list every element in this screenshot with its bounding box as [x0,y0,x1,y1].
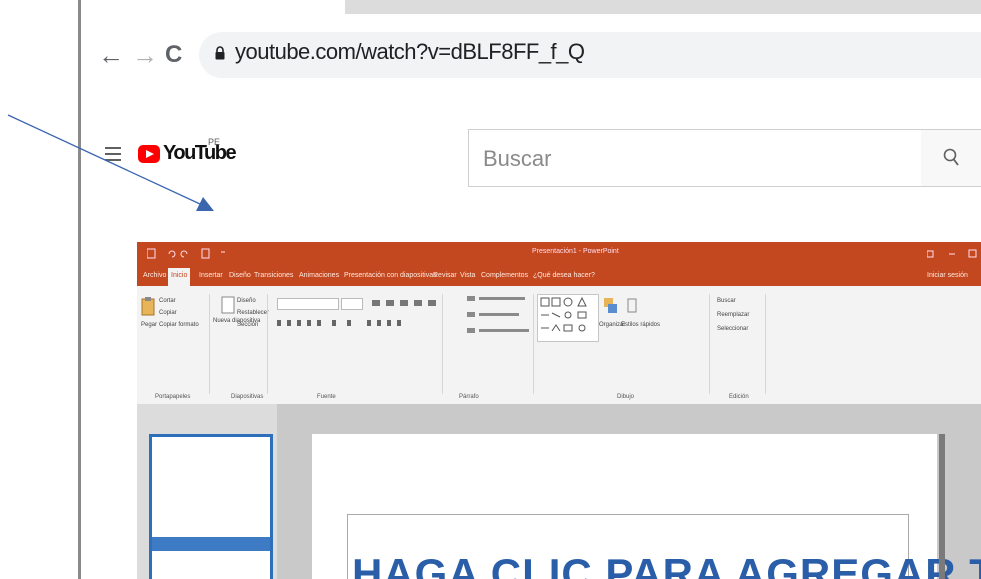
ribbon-divider [442,294,443,394]
section-label[interactable]: Sección [237,322,258,328]
thumbnail-band [152,537,270,551]
slide-thumbnail[interactable] [149,434,273,579]
paste-label: Pegar [141,322,158,328]
slide-title: HAGA CLIC PARA AGREGAR TÍTULO [352,550,981,579]
forward-button[interactable]: → [132,40,158,70]
ppt-window-title: Presentación1 - PowerPoint [532,248,619,255]
reload-button[interactable]: C [165,40,182,70]
shapes-gallery[interactable] [537,294,599,342]
ppt-tab-bar: Archivo Inicio Insertar Diseño Transicio… [137,266,981,286]
search-button[interactable] [921,129,981,187]
ppt-workspace: HAGA CLIC PARA AGREGAR TÍTULO [137,404,981,579]
copy-label[interactable]: Copiar [159,310,177,316]
group-font: Fuente [317,394,336,400]
select-label[interactable]: Seleccionar [717,326,748,332]
ppt-tell-me[interactable]: ¿Qué desea hacer? [533,272,595,279]
group-editing: Edición [729,394,749,400]
group-drawing: Dibujo [617,394,635,400]
ppt-ribbon: Pegar Cortar Copiar Copiar formato Porta… [137,286,981,405]
address-bar[interactable]: youtube.com/watch?v=dBLF8FF_f_Q [199,32,981,78]
shapes-gallery-icons [540,296,587,332]
font-format-icons[interactable] [277,318,437,328]
window-controls-icon[interactable] [927,249,977,259]
replace-label[interactable]: Reemplazar [717,312,749,318]
paste-icon[interactable] [141,296,155,318]
ppt-title-bar: Presentación1 - PowerPoint [137,242,981,266]
search-placeholder: Buscar [483,146,552,171]
ppt-tab-vista[interactable]: Vista [460,272,475,279]
tab-strip [345,0,981,14]
slide-thumbnail-pane [137,404,277,579]
quick-styles-label: Estilos rápidos [621,322,661,328]
country-code: PE [208,137,221,147]
group-paragraph: Párrafo [459,394,479,400]
youtube-wordmark: YouTube [163,142,237,164]
layout-label[interactable]: Diseño [237,298,256,304]
hamburger-menu-icon[interactable] [105,147,121,161]
url-text: youtube.com/watch?v=dBLF8FF_f_Q [235,39,585,64]
font-name-field[interactable] [277,298,339,310]
format-painter-label[interactable]: Copiar formato [159,322,199,328]
back-button[interactable]: ← [98,40,124,70]
ppt-tab-insertar[interactable]: Insertar [199,272,223,279]
ppt-tab-archivo[interactable]: Archivo [143,272,166,279]
slide-canvas[interactable]: HAGA CLIC PARA AGREGAR TÍTULO [312,434,981,579]
ribbon-divider [709,294,710,394]
youtube-play-icon [138,145,160,163]
ribbon-divider [267,294,268,394]
ppt-tab-transiciones[interactable]: Transiciones [254,272,293,279]
vertical-scrollbar[interactable] [939,434,945,579]
lock-icon [215,46,225,60]
cut-label[interactable]: Cortar [159,298,176,304]
ppt-tab-animaciones[interactable]: Animaciones [299,272,339,279]
ribbon-divider [533,294,534,394]
search-icon [943,148,959,166]
ppt-tab-revisar[interactable]: Revisar [433,272,457,279]
ppt-tab-presentacion[interactable]: Presentación con diapositivas [344,272,437,279]
new-slide-icon[interactable] [221,296,235,314]
font-size-field[interactable] [341,298,363,310]
ppt-tab-complementos[interactable]: Complementos [481,272,528,279]
ppt-tab-diseno[interactable]: Diseño [229,272,251,279]
text-direction-icons[interactable] [467,294,529,339]
ppt-tab-inicio[interactable]: Inicio [171,272,187,279]
group-clipboard: Portapapeles [155,394,191,400]
paragraph-icons[interactable] [372,298,442,308]
find-label[interactable]: Buscar [717,298,736,304]
ppt-sign-in[interactable]: Iniciar sesión [927,272,968,279]
search-input[interactable]: Buscar [468,129,922,187]
reset-label[interactable]: Restablecer [237,310,269,316]
video-player[interactable]: Presentación1 - PowerPoint Archivo Inici… [137,242,981,579]
quick-access-icons [147,248,225,259]
group-slides: Diapositivas [231,394,264,400]
arrange-icon[interactable] [603,296,619,318]
ribbon-divider [765,294,766,394]
ribbon-divider [209,294,210,394]
quick-styles-icon[interactable] [625,296,639,318]
